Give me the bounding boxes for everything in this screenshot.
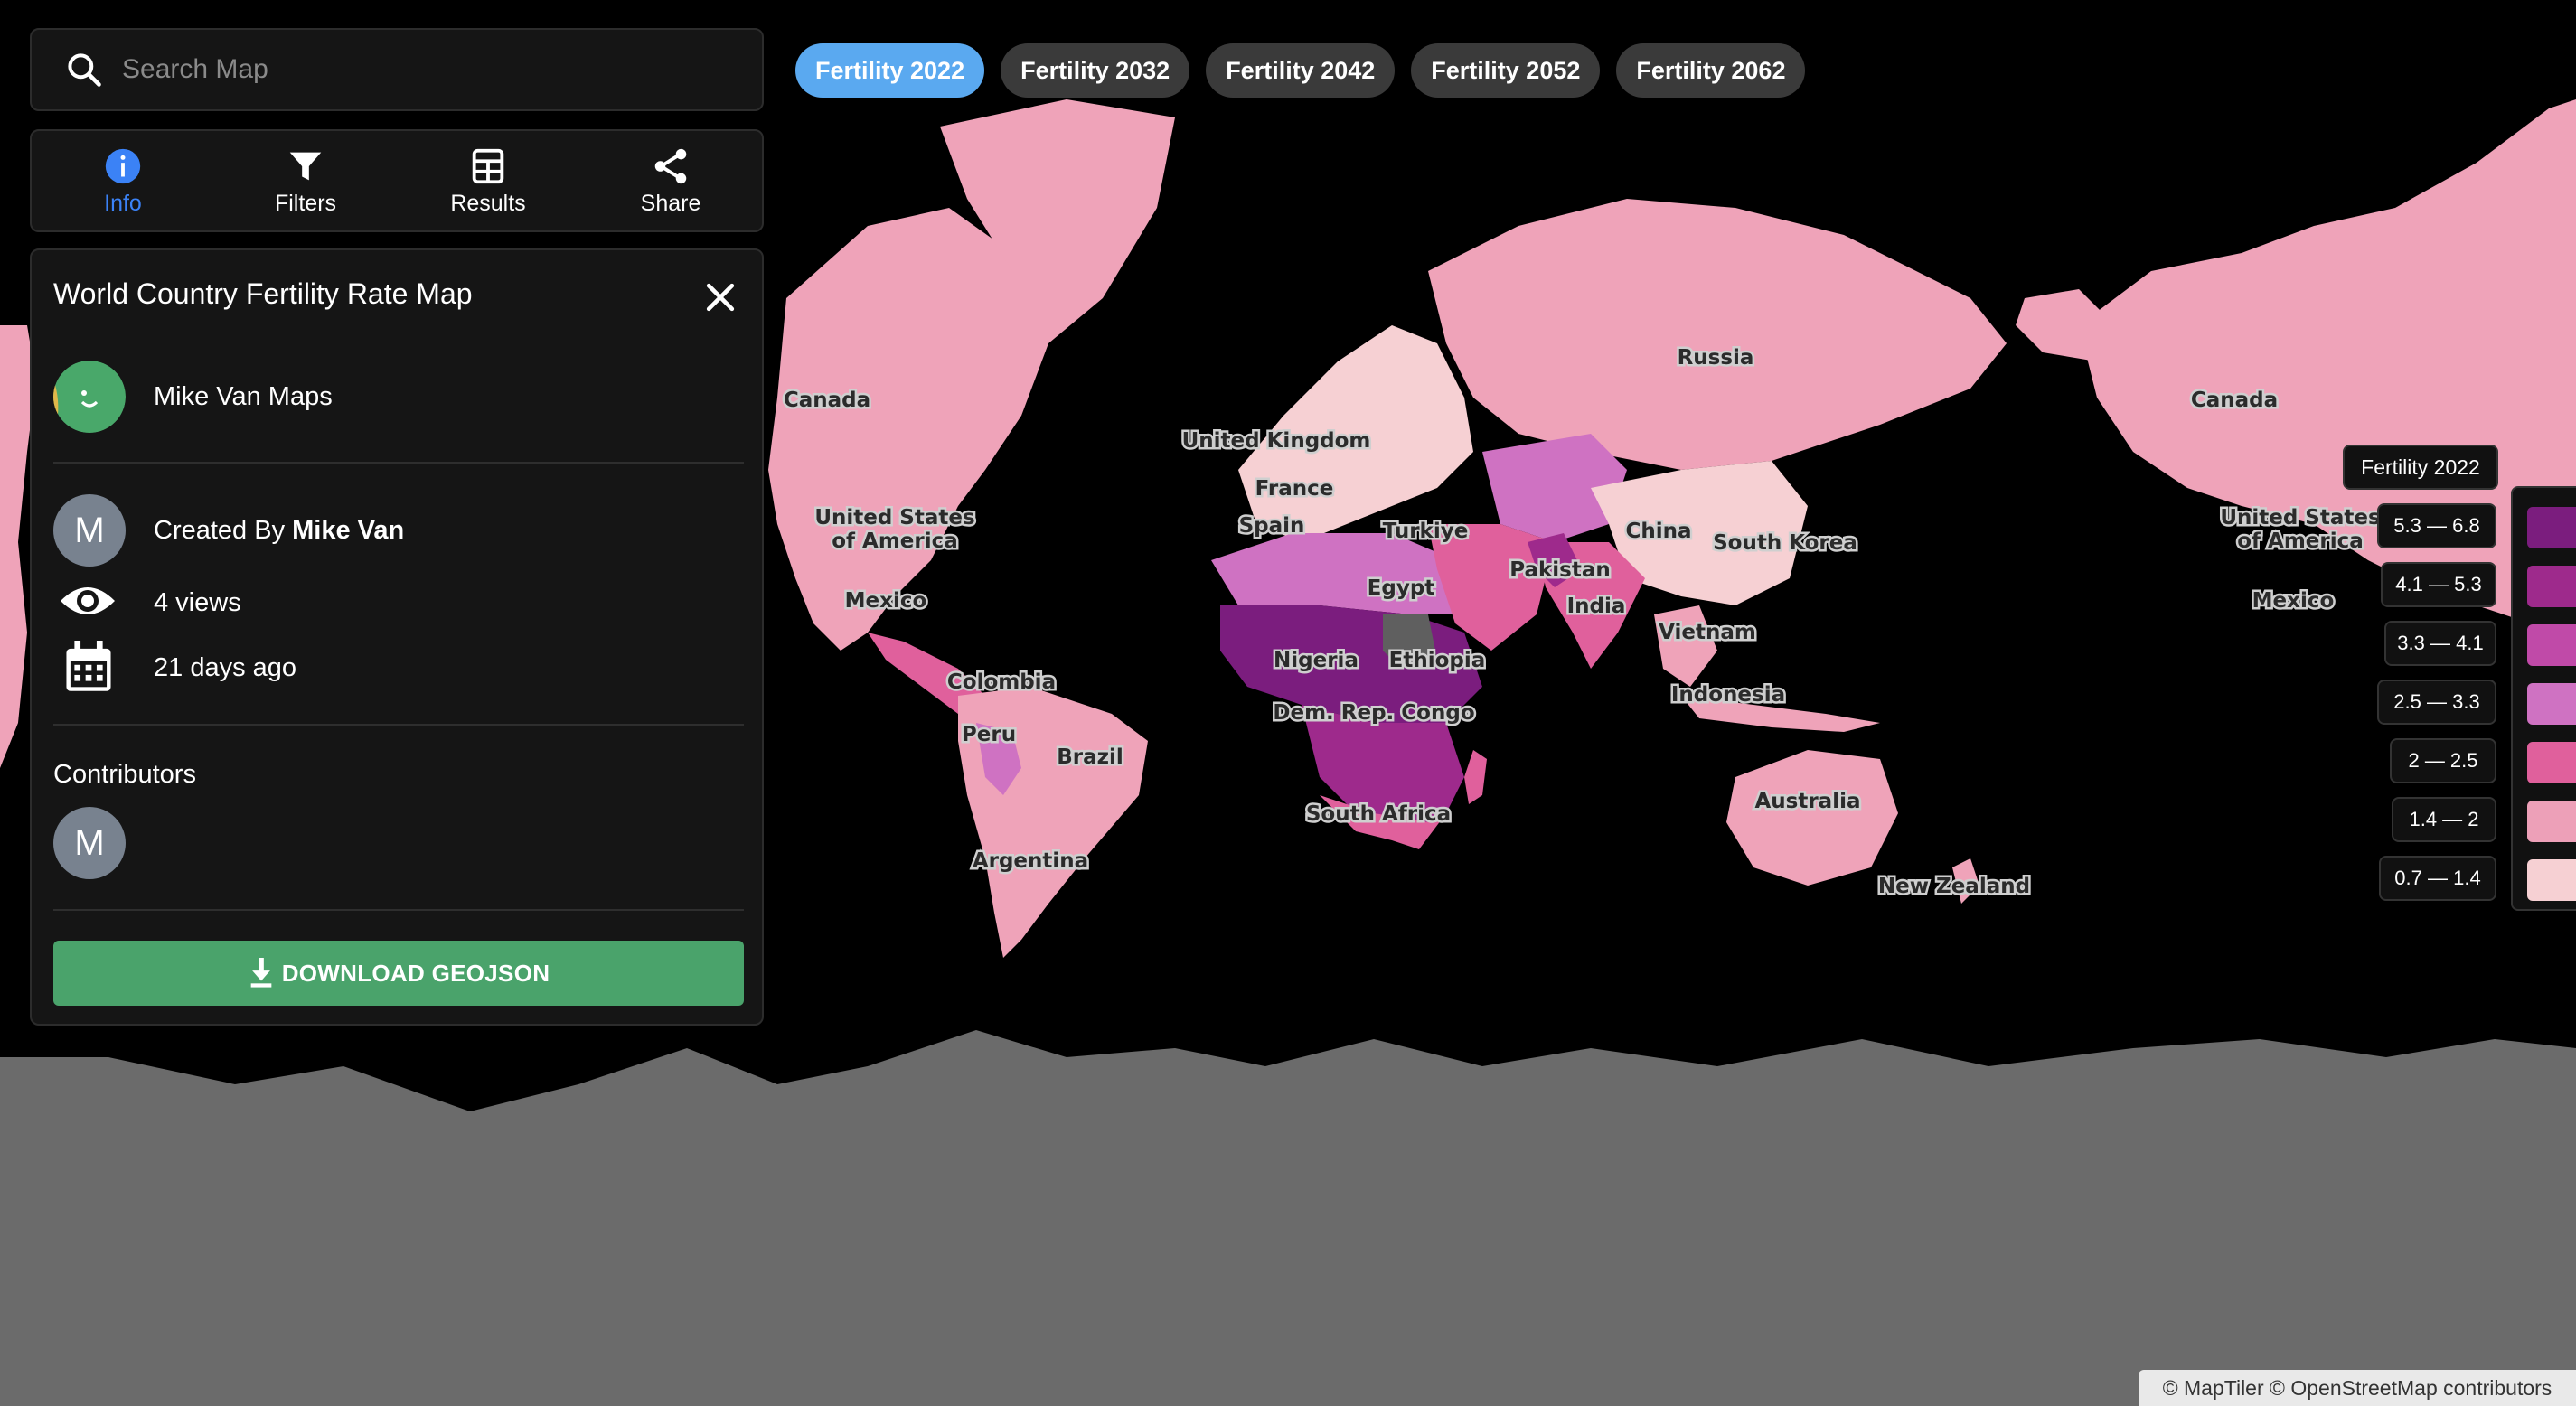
legend-title: Fertility 2022 <box>2343 445 2498 490</box>
layer-chip-2052[interactable]: Fertility 2052 <box>1411 43 1601 98</box>
tab-results[interactable]: Results <box>397 131 579 230</box>
layer-chip-2042[interactable]: Fertility 2042 <box>1206 43 1396 98</box>
alaska-repeat <box>2016 289 2115 361</box>
info-panel: World Country Fertility Rate Map Mike Va… <box>30 248 764 1026</box>
country-label: Argentina <box>973 849 1088 873</box>
layer-selector: Fertility 2022 Fertility 2032 Fertility … <box>795 43 1806 98</box>
country-label: Nigeria <box>1274 649 1359 672</box>
legend-class-swatch <box>2527 683 2576 725</box>
panel-tabs: Info Filters Results Share <box>30 129 764 232</box>
country-label: United Kingdom <box>1182 429 1371 453</box>
search-input[interactable] <box>120 53 738 86</box>
map-attribution[interactable]: © MapTiler © OpenStreetMap contributors <box>2139 1370 2576 1406</box>
country-label: Russia <box>1678 346 1754 370</box>
created-by-name[interactable]: Mike Van <box>292 516 404 545</box>
calendar-icon <box>66 641 111 691</box>
country-label: Pakistan <box>1509 558 1611 582</box>
search-bar[interactable] <box>30 28 764 111</box>
legend-class-label: 5.3 — 6.8 <box>2377 503 2496 548</box>
country-label: Colombia <box>947 670 1056 694</box>
layer-chip-2062[interactable]: Fertility 2062 <box>1616 43 1806 98</box>
legend-class-label: 1.4 — 2 <box>2392 797 2496 842</box>
info-icon <box>105 148 141 183</box>
download-geojson-button[interactable]: DOWNLOAD GEOJSON <box>53 941 744 1006</box>
contributor-avatar[interactable]: M <box>53 807 126 879</box>
legend-class-swatch <box>2527 507 2576 548</box>
legend-class-label: 2.5 — 3.3 <box>2377 680 2496 725</box>
country-label: Indonesia <box>1671 683 1785 707</box>
russia <box>1428 199 2007 470</box>
created-by-prefix: Created By <box>154 516 286 545</box>
country-label: Ethiopia <box>1389 649 1486 672</box>
country-label: Peru <box>962 723 1016 746</box>
download-label: DOWNLOAD GEOJSON <box>281 959 550 987</box>
contributor-initial: M <box>74 822 105 863</box>
divider <box>53 909 744 911</box>
legend-class-label: 2 — 2.5 <box>2390 738 2496 783</box>
tab-results-label: Results <box>450 190 526 216</box>
country-label: Egypt <box>1368 576 1435 600</box>
southeast-asia <box>1654 605 1717 687</box>
creator-avatar[interactable]: M <box>53 494 126 567</box>
eye-icon <box>61 587 115 614</box>
legend-class-swatch <box>2527 742 2576 783</box>
tab-share[interactable]: Share <box>579 131 762 230</box>
tab-filters-label: Filters <box>274 190 337 216</box>
north-america <box>768 208 1048 651</box>
tab-filters[interactable]: Filters <box>214 131 397 230</box>
tab-info[interactable]: Info <box>32 131 214 230</box>
creator-initial: M <box>74 510 105 550</box>
filter-icon <box>289 152 322 180</box>
legend-class-swatch <box>2527 859 2576 901</box>
country-label: China <box>1625 520 1691 543</box>
country-label: Mexico <box>2252 589 2335 613</box>
antarctica <box>0 1030 2576 1406</box>
legend-class-swatch <box>2527 624 2576 666</box>
country-label: Vietnam <box>1659 621 1756 644</box>
country-label: Dem. Rep. Congo <box>1273 701 1474 725</box>
legend-class-label: 4.1 — 5.3 <box>2381 562 2496 607</box>
legend-class-swatch <box>2527 801 2576 842</box>
layer-chip-2022[interactable]: Fertility 2022 <box>795 43 985 98</box>
country-label: United States of America <box>2220 506 2380 553</box>
owner-name[interactable]: Mike Van Maps <box>154 382 333 412</box>
search-icon <box>68 53 101 87</box>
download-icon <box>250 958 272 988</box>
map-title: World Country Fertility Rate Map <box>53 277 473 310</box>
created-ago: 21 days ago <box>154 653 297 682</box>
owner-avatar[interactable] <box>53 361 126 433</box>
australia <box>1726 750 1898 886</box>
country-label: South Korea <box>1713 531 1857 555</box>
country-label: India <box>1567 595 1626 618</box>
layer-chip-2032[interactable]: Fertility 2032 <box>1001 43 1190 98</box>
legend-class-label: 3.3 — 4.1 <box>2384 621 2496 666</box>
madagascar <box>1464 750 1487 804</box>
country-label: Mexico <box>845 589 927 613</box>
legend-class-label: 0.7 — 1.4 <box>2379 856 2496 901</box>
country-label: Canada <box>784 389 870 412</box>
views-count: 4 views <box>154 588 241 617</box>
country-label: Turkiye <box>1383 520 1469 543</box>
tab-share-label: Share <box>640 190 701 216</box>
country-label: Brazil <box>1057 745 1123 769</box>
close-icon[interactable] <box>700 277 740 317</box>
country-label: Australia <box>1754 790 1860 813</box>
country-label: Spain <box>1239 514 1305 538</box>
contributors-label: Contributors <box>53 760 196 789</box>
created-by-text: Created By Mike Van <box>154 516 404 546</box>
country-label: New Zealand <box>1878 875 2030 898</box>
country-label: Canada <box>2191 389 2278 412</box>
results-icon <box>472 148 504 183</box>
share-icon <box>654 148 687 183</box>
country-label: United States of America <box>814 506 974 553</box>
divider <box>53 462 744 464</box>
country-label: South Africa <box>1306 802 1451 826</box>
divider <box>53 724 744 726</box>
legend-class-swatch <box>2527 566 2576 607</box>
tab-info-label: Info <box>104 190 142 216</box>
legend-swatch-panel <box>2511 486 2576 911</box>
country-label: France <box>1255 477 1334 501</box>
